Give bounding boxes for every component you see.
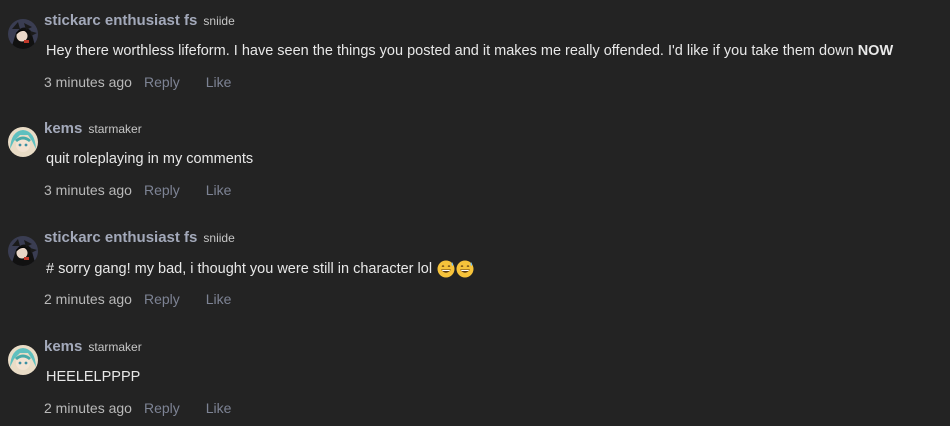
comment-meta: 3 minutes ago Reply Like bbox=[44, 182, 231, 198]
like-button[interactable]: Like bbox=[206, 291, 232, 307]
user-title: starmaker bbox=[88, 340, 142, 354]
avatar[interactable] bbox=[8, 345, 38, 375]
like-button[interactable]: Like bbox=[206, 74, 232, 90]
username[interactable]: stickarc enthusiast fs bbox=[44, 12, 197, 29]
user-avatar-icon bbox=[8, 19, 38, 49]
grinning-sweat-face-icon bbox=[456, 260, 474, 278]
comment-body: HEELELPPPP bbox=[46, 369, 140, 385]
user-title: starmaker bbox=[88, 122, 142, 136]
reply-button[interactable]: Reply bbox=[144, 74, 180, 90]
comment-item: stickarc enthusiast fs sniide # sorry ga… bbox=[0, 227, 950, 335]
username[interactable]: stickarc enthusiast fs bbox=[44, 229, 197, 246]
comment-meta: 3 minutes ago Reply Like bbox=[44, 74, 231, 90]
comment-item: kems starmaker quit roleplaying in my co… bbox=[0, 118, 950, 226]
comment-text: HEELELPPPP bbox=[46, 369, 141, 385]
comment-header: kems starmaker bbox=[44, 338, 142, 362]
emphasis-text: NOW bbox=[857, 43, 894, 59]
comment-meta: 2 minutes ago Reply Like bbox=[44, 291, 231, 307]
user-title: sniide bbox=[203, 14, 235, 28]
comment-header: stickarc enthusiast fs sniide bbox=[44, 229, 235, 253]
reply-button[interactable]: Reply bbox=[144, 291, 180, 307]
avatar[interactable] bbox=[8, 236, 38, 266]
reply-button[interactable]: Reply bbox=[144, 400, 180, 416]
like-button[interactable]: Like bbox=[206, 400, 232, 416]
comment-header: stickarc enthusiast fs sniide bbox=[44, 12, 235, 36]
comment-thread: stickarc enthusiast fs sniide Hey there … bbox=[0, 0, 950, 426]
timestamp: 3 minutes ago bbox=[44, 182, 132, 198]
comment-body: quit roleplaying in my comments bbox=[46, 151, 253, 167]
user-title: sniide bbox=[203, 231, 235, 245]
grinning-sweat-face-icon bbox=[437, 260, 455, 278]
comment-item: kems starmaker HEELELPPPP 2 minutes ago … bbox=[0, 336, 950, 426]
comment-header: kems starmaker bbox=[44, 120, 142, 144]
comment-item: stickarc enthusiast fs sniide Hey there … bbox=[0, 10, 950, 118]
timestamp: 3 minutes ago bbox=[44, 74, 132, 90]
timestamp: 2 minutes ago bbox=[44, 291, 132, 307]
username[interactable]: kems bbox=[44, 120, 82, 137]
comment-body: Hey there worthless lifeform. I have see… bbox=[46, 43, 893, 59]
comment-text: quit roleplaying in my comments bbox=[46, 151, 254, 167]
like-button[interactable]: Like bbox=[206, 182, 232, 198]
avatar[interactable] bbox=[8, 127, 38, 157]
avatar[interactable] bbox=[8, 19, 38, 49]
emoji-group bbox=[437, 260, 475, 278]
username[interactable]: kems bbox=[44, 338, 82, 355]
user-avatar-icon bbox=[8, 127, 38, 157]
timestamp: 2 minutes ago bbox=[44, 400, 132, 416]
comment-text: Hey there worthless lifeform. I have see… bbox=[46, 43, 854, 59]
reply-button[interactable]: Reply bbox=[144, 182, 180, 198]
user-avatar-icon bbox=[8, 236, 38, 266]
comment-text: # sorry gang! my bad, i thought you were… bbox=[46, 261, 433, 277]
comment-meta: 2 minutes ago Reply Like bbox=[44, 400, 231, 416]
user-avatar-icon bbox=[8, 345, 38, 375]
comment-body: # sorry gang! my bad, i thought you were… bbox=[46, 260, 475, 278]
